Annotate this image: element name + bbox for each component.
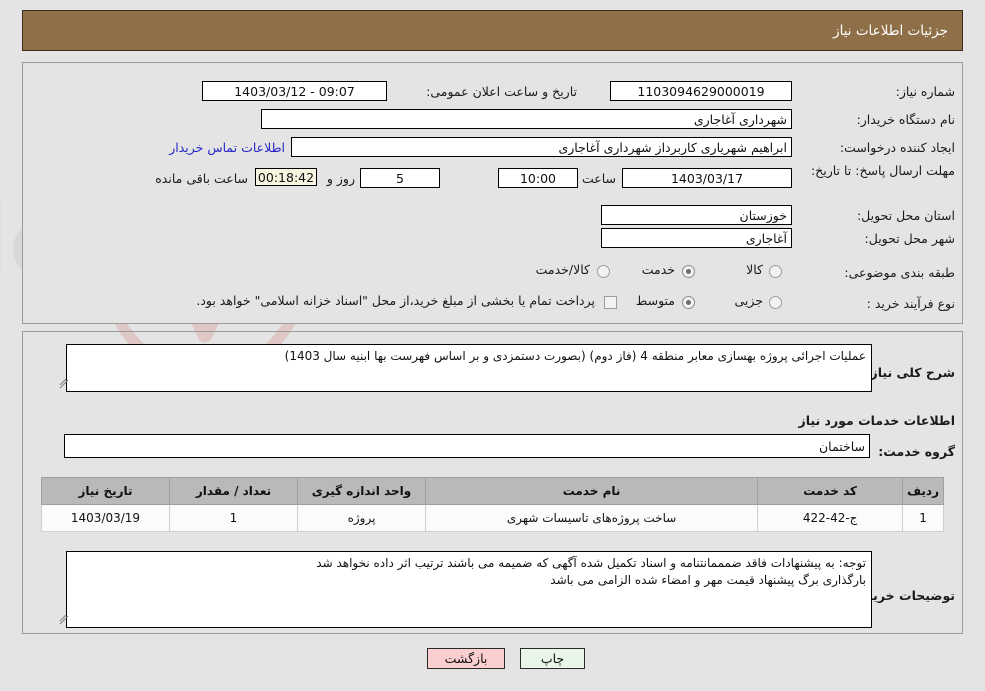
buyer-org-field[interactable]: شهرداری آغاجاری [261, 109, 792, 129]
countdown-timer: 00:18:42 [255, 168, 317, 186]
col-service-code: کد خدمت [757, 477, 904, 505]
cell-quantity: 1 [169, 504, 298, 532]
radio-category-khedmat[interactable] [682, 265, 695, 278]
service-group-field[interactable]: ساختمان [64, 434, 870, 458]
days-remaining-field[interactable]: 5 [360, 168, 440, 188]
creator-field[interactable]: ابراهیم شهریاری کاربرداز شهرداری آغاجاری [291, 137, 792, 157]
radio-category-kala-khedmat-label: کالا/خدمت [535, 262, 590, 277]
payment-note-label: پرداخت تمام یا بخشی از مبلغ خرید،از محل … [196, 293, 595, 308]
col-service-name: نام خدمت [424, 477, 759, 505]
table-header-row: ردیف کد خدمت نام خدمت واحد اندازه گیری ت… [41, 477, 944, 505]
category-label: طبقه بندی موضوعی: [844, 265, 955, 280]
province-label: استان محل تحویل: [856, 208, 955, 223]
table-row: 1 ج-42-422 ساخت پروژه‌های تاسیسات شهری پ… [41, 504, 944, 532]
need-info-panel [22, 62, 963, 324]
description-textarea[interactable]: عملیات اجرائی پروژه بهسازی معابر منطقه 4… [66, 344, 872, 392]
back-button[interactable]: بازگشت [427, 648, 505, 669]
province-field[interactable]: خوزستان [601, 205, 792, 225]
print-button[interactable]: چاپ [520, 648, 585, 669]
service-group-label: گروه خدمت: [878, 444, 955, 459]
remaining-hours-label: ساعت باقی مانده [155, 171, 248, 186]
announce-datetime-field[interactable]: 09:07 - 1403/03/12 [202, 81, 387, 101]
city-field[interactable]: آغاجاری [601, 228, 792, 248]
page-title: جزئیات اطلاعات نیاز [833, 22, 948, 39]
buyer-org-label: نام دستگاه خریدار: [856, 112, 955, 127]
need-number-label: شماره نیاز: [895, 84, 955, 99]
process-label: نوع فرآیند خرید : [866, 296, 955, 311]
radio-category-khedmat-label: خدمت [641, 262, 675, 277]
col-quantity: تعداد / مقدار [169, 477, 298, 505]
radio-process-jozi[interactable] [769, 296, 782, 309]
announce-label: تاریخ و ساعت اعلان عمومی: [426, 84, 577, 99]
radio-process-motevaset-label: متوسط [635, 293, 675, 308]
description-label: شرح کلی نیاز: [865, 365, 955, 380]
page-root: AriaTender.net جزئیات اطلاعات نیاز شماره… [0, 0, 985, 691]
col-row-no: ردیف [902, 477, 944, 505]
col-unit: واحد اندازه گیری [297, 477, 426, 505]
need-number-field[interactable]: 1103094629000019 [610, 81, 792, 101]
col-need-date: تاریخ نیاز [41, 477, 170, 505]
creator-label: ایجاد کننده درخواست: [839, 140, 955, 155]
cell-service-code: ج-42-422 [757, 504, 904, 532]
radio-category-kala-khedmat[interactable] [597, 265, 610, 278]
services-section-title: اطلاعات خدمات مورد نیاز [798, 413, 956, 428]
radio-process-jozi-label: جزیی [734, 293, 763, 308]
services-table: ردیف کد خدمت نام خدمت واحد اندازه گیری ت… [41, 477, 944, 532]
cell-row-no: 1 [902, 504, 944, 532]
cell-unit: پروژه [297, 504, 426, 532]
cell-need-date: 1403/03/19 [41, 504, 170, 532]
buyer-contact-link[interactable]: اطلاعات تماس خریدار [169, 140, 285, 155]
city-label: شهر محل تحویل: [864, 231, 955, 246]
radio-category-kala-label: کالا [746, 262, 763, 277]
cell-service-name: ساخت پروژه‌های تاسیسات شهری [424, 504, 759, 532]
hour-label: ساعت [581, 171, 616, 186]
buyer-notes-textarea[interactable]: توجه: به پیشنهادات فاقد ضمممانتنامه و اس… [66, 551, 872, 628]
deadline-time-field[interactable]: 10:00 [498, 168, 578, 188]
deadline-date-field[interactable]: 1403/03/17 [622, 168, 792, 188]
radio-process-motevaset[interactable] [682, 296, 695, 309]
page-header: جزئیات اطلاعات نیاز [22, 10, 963, 51]
radio-category-kala[interactable] [769, 265, 782, 278]
checkbox-islamic-treasury[interactable] [604, 296, 617, 309]
deadline-label: مهلت ارسال پاسخ: تا تاریخ: [810, 163, 955, 178]
days-and-label: روز و [326, 171, 355, 186]
